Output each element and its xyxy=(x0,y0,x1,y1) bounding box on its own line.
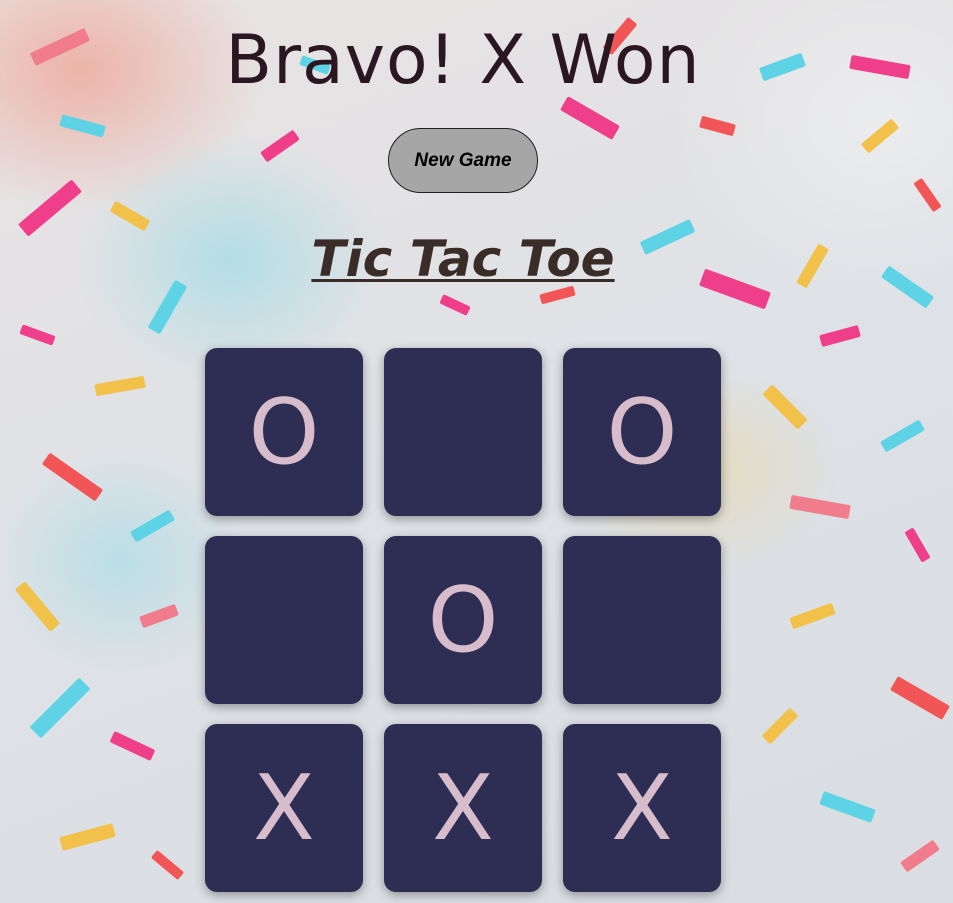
board-cell-7[interactable]: X xyxy=(205,724,363,892)
board-cell-6[interactable] xyxy=(563,536,721,704)
game-status-heading: Bravo! X Won xyxy=(225,21,701,100)
new-game-button[interactable]: New Game xyxy=(388,128,538,193)
board-cell-3[interactable]: O xyxy=(563,348,721,516)
board-cell-5[interactable]: O xyxy=(384,536,542,704)
game-board: O O O X X X xyxy=(205,348,721,892)
board-cell-1[interactable]: O xyxy=(205,348,363,516)
board-cell-8[interactable]: X xyxy=(384,724,542,892)
board-cell-2[interactable] xyxy=(384,348,542,516)
board-cell-9[interactable]: X xyxy=(563,724,721,892)
game-screen: Bravo! X Won New Game Tic Tac Toe O O O … xyxy=(0,0,953,903)
board-cell-4[interactable] xyxy=(205,536,363,704)
game-title: Tic Tac Toe xyxy=(311,230,615,288)
